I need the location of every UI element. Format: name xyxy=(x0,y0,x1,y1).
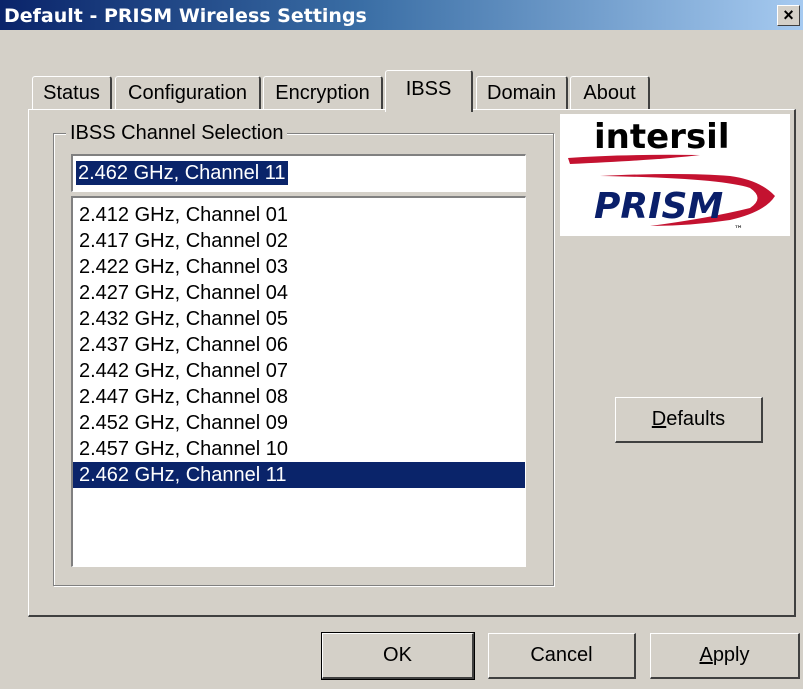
defaults-button[interactable]: Defaults xyxy=(615,397,763,443)
tab-label: Configuration xyxy=(128,82,247,104)
tab-label: About xyxy=(583,82,636,104)
list-item-channel-01[interactable]: 2.412 GHz, Channel 01 xyxy=(73,202,525,228)
list-item-channel-05[interactable]: 2.432 GHz, Channel 05 xyxy=(73,306,525,332)
tab-label: Encryption xyxy=(275,82,370,104)
selected-channel-text: 2.462 GHz, Channel 11 xyxy=(76,161,288,185)
logo-product-text: PRISM xyxy=(594,186,723,227)
apply-button[interactable]: Apply xyxy=(650,633,800,679)
logo-company-text: intersil xyxy=(594,117,730,157)
list-item-channel-09[interactable]: 2.452 GHz, Channel 09 xyxy=(73,410,525,436)
tab-domain[interactable]: Domain xyxy=(476,76,568,110)
defaults-label: efaults xyxy=(666,408,726,430)
ok-label: OK xyxy=(383,644,412,666)
list-item-channel-11[interactable]: 2.462 GHz, Channel 11 xyxy=(73,462,525,488)
title-bar[interactable]: Default - PRISM Wireless Settings × xyxy=(0,0,803,30)
list-item-channel-08[interactable]: 2.447 GHz, Channel 08 xyxy=(73,384,525,410)
list-item-channel-07[interactable]: 2.442 GHz, Channel 07 xyxy=(73,358,525,384)
tab-ibss[interactable]: IBSS xyxy=(385,70,473,112)
tab-label: IBSS xyxy=(405,78,452,100)
intersil-prism-logo: intersil PRISM ™ xyxy=(560,114,790,236)
tab-label: Domain xyxy=(487,82,556,104)
window-title: Default - PRISM Wireless Settings xyxy=(4,5,367,27)
cancel-label: Cancel xyxy=(530,644,593,666)
logo-swoosh-red xyxy=(568,154,700,164)
list-item-channel-03[interactable]: 2.422 GHz, Channel 03 xyxy=(73,254,525,280)
logo-trademark: ™ xyxy=(734,225,743,235)
tab-configuration[interactable]: Configuration xyxy=(115,76,261,110)
logo-graphic: intersil PRISM ™ xyxy=(568,117,775,235)
list-item-channel-04[interactable]: 2.427 GHz, Channel 04 xyxy=(73,280,525,306)
tab-about[interactable]: About xyxy=(570,76,650,110)
list-item-channel-06[interactable]: 2.437 GHz, Channel 06 xyxy=(73,332,525,358)
ok-button[interactable]: OK xyxy=(321,632,475,680)
channel-listbox[interactable]: 2.412 GHz, Channel 01 2.417 GHz, Channel… xyxy=(71,196,526,567)
groupbox-label: IBSS Channel Selection xyxy=(66,122,288,145)
apply-mnemonic: A xyxy=(699,644,713,666)
list-item-channel-02[interactable]: 2.417 GHz, Channel 02 xyxy=(73,228,525,254)
cancel-button[interactable]: Cancel xyxy=(488,633,636,679)
defaults-mnemonic: D xyxy=(651,408,667,430)
apply-label: pply xyxy=(712,644,750,666)
tab-encryption[interactable]: Encryption xyxy=(263,76,383,110)
tab-status[interactable]: Status xyxy=(32,76,112,110)
list-item-channel-10[interactable]: 2.457 GHz, Channel 10 xyxy=(73,436,525,462)
close-button[interactable]: × xyxy=(777,5,800,26)
selected-channel-field[interactable]: 2.462 GHz, Channel 11 xyxy=(71,154,526,192)
tab-label: Status xyxy=(43,82,100,104)
close-icon: × xyxy=(783,5,794,25)
